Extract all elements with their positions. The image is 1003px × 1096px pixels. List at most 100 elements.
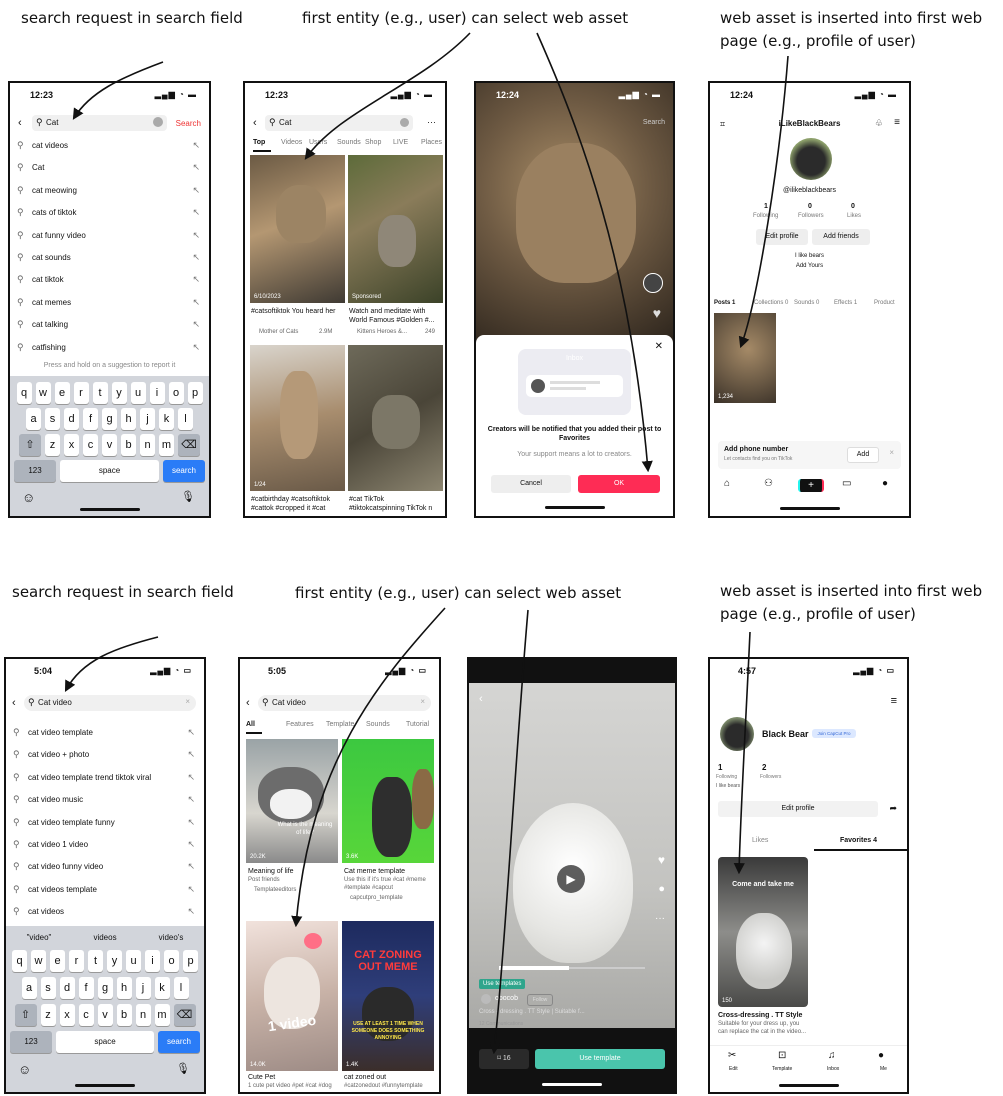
key-123[interactable]: 123 [10, 1031, 52, 1053]
arrow-fill-icon[interactable]: ↖ [187, 794, 195, 805]
arrow-fill-icon[interactable]: ↖ [192, 140, 200, 151]
profile-icon[interactable]: ● [882, 478, 888, 489]
key-c[interactable]: c [83, 434, 98, 456]
key-f[interactable]: f [78, 977, 94, 999]
shift-key[interactable]: ⇧ [19, 434, 41, 456]
use-templates-badge[interactable]: Use templates [479, 979, 526, 989]
add-yours[interactable]: Add Yours [710, 263, 909, 269]
tab-item[interactable]: LIVE [393, 139, 408, 146]
nav-me[interactable]: Me [880, 1066, 887, 1072]
template-tile-3[interactable]: 1 video 14.0K [246, 921, 338, 1071]
template-icon[interactable]: ⊡ [778, 1050, 786, 1061]
more-icon[interactable]: ··· [427, 117, 436, 127]
key-p[interactable]: p [183, 950, 198, 972]
following-label[interactable]: Following [716, 774, 737, 780]
key-q[interactable]: q [16, 382, 32, 404]
suggestion-item[interactable]: ⚲ cats of tiktok ↖ [10, 201, 209, 223]
arrow-fill-icon[interactable]: ↖ [192, 252, 200, 263]
arrow-fill-icon[interactable]: ↖ [192, 342, 200, 353]
save-count-button[interactable]: ⌑ 16 [479, 1049, 529, 1069]
tab-item[interactable]: Features [286, 721, 314, 728]
key-g[interactable]: g [102, 408, 117, 430]
key-x[interactable]: x [59, 1004, 75, 1026]
key-search[interactable]: search [158, 1031, 200, 1053]
arrow-fill-icon[interactable]: ↖ [187, 839, 195, 850]
key-o[interactable]: o [168, 382, 184, 404]
tab-item[interactable]: Sounds [366, 721, 390, 728]
key-s[interactable]: s [45, 408, 60, 430]
key-a[interactable]: a [26, 408, 41, 430]
cancel-button[interactable]: Cancel [491, 475, 571, 493]
backspace-key[interactable]: ⌫ [178, 434, 200, 456]
key-u[interactable]: u [126, 950, 141, 972]
video-progress-track[interactable] [499, 966, 645, 970]
suggestion-item[interactable]: ⚲ catfishing ↖ [10, 336, 209, 358]
arrow-fill-icon[interactable]: ↖ [192, 230, 200, 241]
edit-profile-button[interactable]: Edit profile [718, 801, 878, 817]
back-icon[interactable]: ‹ [246, 697, 250, 709]
search-input[interactable]: ⚲ Cat video × [258, 695, 431, 711]
autocomplete-option[interactable]: video's [138, 930, 204, 946]
menu-icon[interactable]: ≡ [894, 117, 900, 128]
avatar[interactable] [720, 717, 754, 751]
clear-icon[interactable] [153, 117, 163, 127]
template-tile-1[interactable]: What is the meaning of life? 20.2K [246, 739, 338, 863]
key-a[interactable]: a [21, 977, 37, 999]
emoji-icon[interactable]: ☺ [22, 490, 35, 505]
arrow-fill-icon[interactable]: ↖ [192, 162, 200, 173]
autocomplete-option[interactable]: videos [72, 930, 138, 946]
arrow-fill-icon[interactable]: ↖ [192, 297, 200, 308]
key-m[interactable]: m [159, 434, 174, 456]
key-i[interactable]: i [145, 950, 160, 972]
key-u[interactable]: u [130, 382, 146, 404]
bell-icon[interactable]: ♫ [828, 1050, 836, 1061]
followers-label[interactable]: Followers [760, 774, 781, 780]
suggestion-item[interactable]: ⚲ cat videos template ↖ [6, 878, 204, 900]
tab-item[interactable]: Shop [365, 139, 381, 146]
key-j[interactable]: j [140, 408, 155, 430]
arrow-fill-icon[interactable]: ↖ [187, 772, 195, 783]
suggestion-item[interactable]: ⚲ cat funny video ↖ [10, 224, 209, 246]
add-friends-button[interactable]: Add friends [812, 229, 870, 245]
suggestion-item[interactable]: ⚲ cat tiktok ↖ [10, 268, 209, 290]
key-g[interactable]: g [97, 977, 113, 999]
key-l[interactable]: l [173, 977, 189, 999]
tab-item[interactable]: All [246, 721, 255, 728]
key-space[interactable]: space [56, 1031, 154, 1053]
tab-item[interactable]: Places [421, 139, 442, 146]
arrow-fill-icon[interactable]: ↖ [187, 884, 195, 895]
add-phone-button[interactable]: Add [847, 447, 879, 463]
suggestion-item[interactable]: ⚲ cat video 1 video ↖ [6, 833, 204, 855]
arrow-fill-icon[interactable]: ↖ [192, 319, 200, 330]
tab-item[interactable]: Sounds [337, 139, 361, 146]
suggestion-item[interactable]: ⚲ cat meowing ↖ [10, 179, 209, 201]
key-e[interactable]: e [50, 950, 65, 972]
tab-item[interactable]: Videos [281, 139, 302, 146]
key-s[interactable]: s [40, 977, 56, 999]
suggestion-item[interactable]: ⚲ cat video template trend tiktok viral ↖ [6, 766, 204, 788]
back-icon[interactable]: ‹ [253, 117, 257, 129]
suggestion-item[interactable]: ⚲ cat talking ↖ [10, 313, 209, 335]
video-tile-1[interactable]: 6/10/2023 [250, 155, 345, 303]
video-tile-2[interactable]: Sponsored [348, 155, 443, 303]
key-h[interactable]: h [116, 977, 132, 999]
arrow-fill-icon[interactable]: ↖ [187, 749, 195, 760]
author-avatar[interactable] [481, 994, 491, 1004]
create-button[interactable]: + [798, 479, 824, 492]
posted-video-thumbnail[interactable]: 1,234 [714, 313, 776, 403]
use-template-button[interactable]: Use template [535, 1049, 665, 1069]
arrow-fill-icon[interactable]: ↖ [192, 185, 200, 196]
following-label[interactable]: Following [753, 213, 778, 219]
search-button[interactable]: Search [176, 119, 201, 128]
close-icon[interactable]: ✕ [655, 341, 663, 352]
back-icon[interactable]: ‹ [12, 697, 16, 709]
key-h[interactable]: h [121, 408, 136, 430]
arrow-fill-icon[interactable]: ↖ [187, 727, 195, 738]
suggestion-item[interactable]: ⚲ Cat ↖ [10, 156, 209, 178]
suggestion-item[interactable]: ⚲ cat video music ↖ [6, 788, 204, 810]
suggestion-item[interactable]: ⚲ cat video template funny ↖ [6, 811, 204, 833]
suggestion-item[interactable]: ⚲ cat videos ↖ [10, 134, 209, 156]
key-t[interactable]: t [92, 382, 108, 404]
author-name[interactable]: ooocob [495, 995, 518, 1002]
key-search[interactable]: search [163, 460, 205, 482]
